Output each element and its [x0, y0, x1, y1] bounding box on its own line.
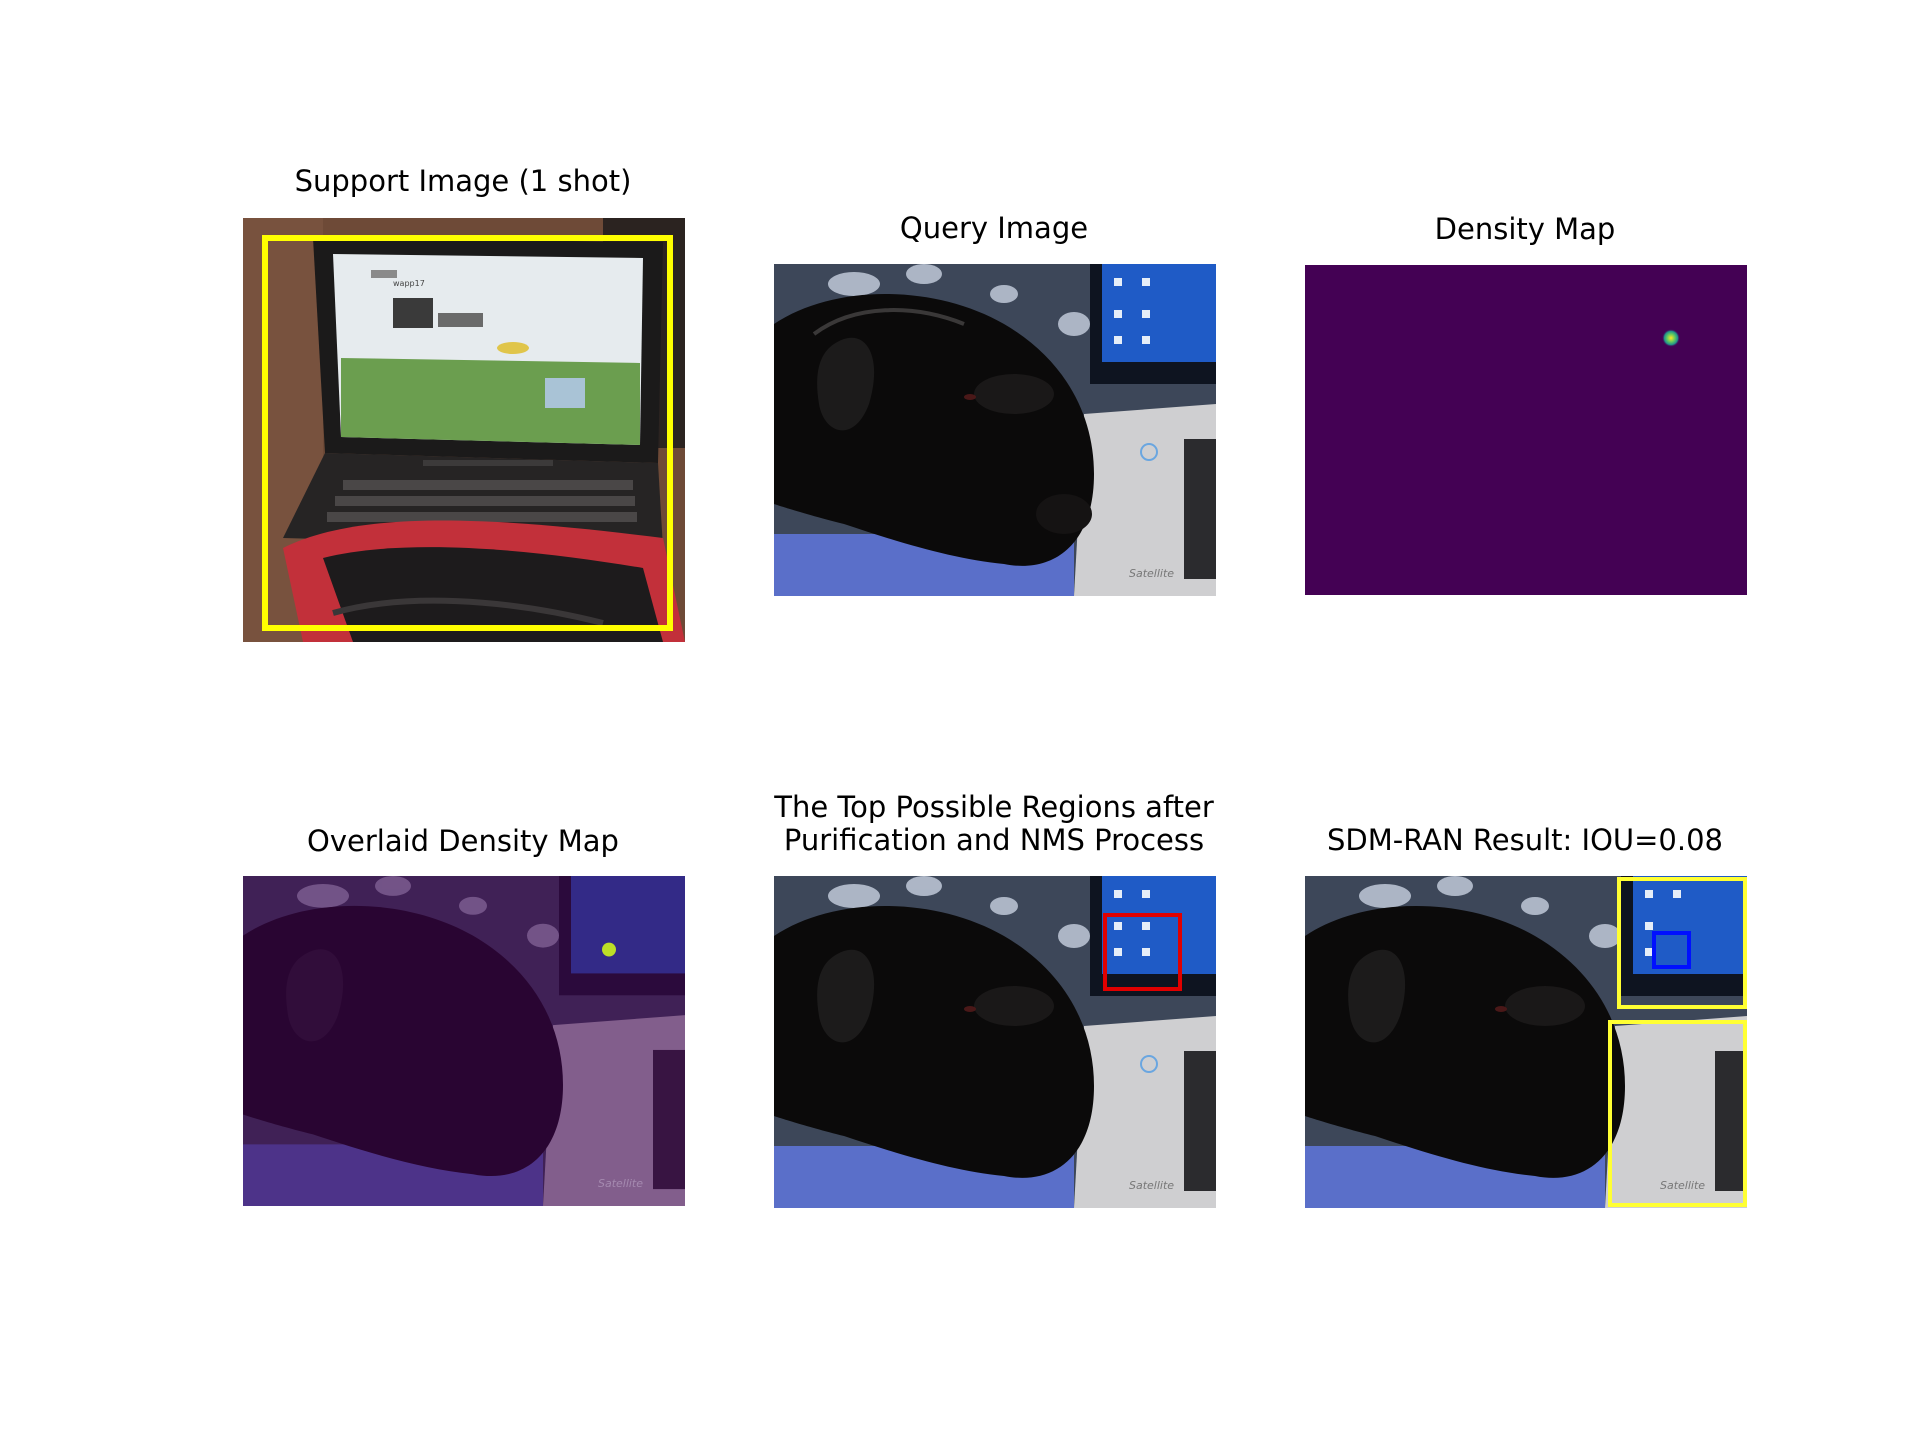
device-label: Satellite [1129, 567, 1174, 580]
overlaid-density-map-panel: Satellite [243, 876, 685, 1206]
top-regions-panel: Satellite [774, 876, 1216, 1208]
density-map-title: Density Map [1434, 212, 1616, 246]
sdm-ran-result-panel: Satellite [1305, 876, 1747, 1208]
device-label-regions: Satellite [1129, 1179, 1174, 1192]
overlaid-density-map: Satellite [243, 876, 685, 1206]
overlaid-density-map-title: Overlaid Density Map [307, 824, 619, 858]
top-regions-image: Satellite [774, 876, 1216, 1208]
query-image-panel: Satellite [774, 264, 1216, 596]
query-image-title: Query Image [899, 211, 1089, 245]
sdm-ran-result-title: SDM-RAN Result: IOU=0.08 [1326, 823, 1724, 857]
device-label-result: Satellite [1660, 1179, 1705, 1192]
density-background [1305, 265, 1747, 595]
device-label-overlay: Satellite [598, 1177, 643, 1190]
query-image: Satellite [774, 264, 1216, 596]
sdm-ran-result-image: Satellite [1305, 876, 1747, 1208]
density-map-panel [1305, 265, 1747, 595]
laptop-screen-brand: wapp17 [393, 279, 425, 288]
density-map [1305, 265, 1747, 595]
support-image-title: Support Image (1 shot) [294, 164, 632, 198]
support-image: wapp17 [243, 218, 685, 642]
top-regions-title-line1: The Top Possible Regions after [774, 790, 1214, 824]
support-image-panel: wapp17 [243, 218, 685, 642]
top-regions-title-line2: Purification and NMS Process [783, 823, 1205, 857]
density-peak [1662, 329, 1680, 347]
